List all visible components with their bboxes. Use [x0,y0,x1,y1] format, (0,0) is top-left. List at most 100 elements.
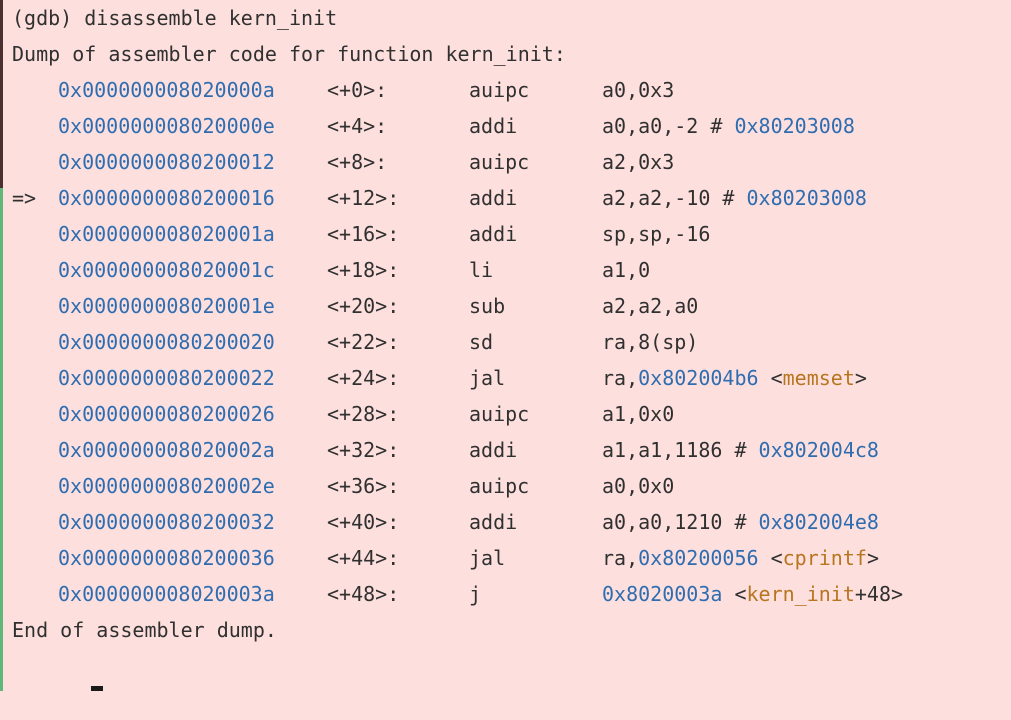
instruction-offset: <+36>: [327,474,400,498]
operand-text: a1,a1,1186 # [602,438,759,462]
instruction-operands: ra,8(sp) [602,324,698,360]
instruction-operands: a0,a0,-2 # 0x80203008 [602,108,855,144]
asm-row: 0x0000000080200032 <+40>: addi a0,a0,1210 #… [12,504,1011,540]
symbol-close: > [854,366,867,390]
instruction-address: 0x0000000080200032 [58,510,275,534]
instruction-mnemonic: sub [469,294,506,318]
instruction-address: 0x0000000080200012 [58,150,275,174]
instruction-operands: a1,0 [602,252,650,288]
instruction-offset: <+0>: [327,78,388,102]
command-line: (gdb) disassemble kern_init [12,0,1011,36]
instruction-address: 0x0000000080200036 [58,546,275,570]
instruction-operands: a0,0x0 [602,468,674,504]
instruction-mnemonic: jal [469,546,506,570]
instruction-offset: <+18>: [327,258,400,282]
symbol-name: memset [782,366,855,390]
instruction-mnemonic: auipc [469,474,530,498]
instruction-operands: ra,0x80200056 <cprintf> [602,540,879,576]
operand-text: a2,a2,-10 # [602,186,747,210]
operand-address: 0x802004b6 [638,366,759,390]
instruction-offset: <+22>: [327,330,400,354]
instruction-mnemonic: auipc [469,150,530,174]
operand-text: a0,a0,1210 # [602,510,759,534]
instruction-address: 0x000000008020001a [58,222,275,246]
operand-text: a2,a2,a0 [602,294,699,318]
instruction-operands: a2,0x3 [602,144,674,180]
instruction-offset: <+48>: [327,582,400,606]
instruction-offset: <+8>: [327,150,388,174]
operand-address: 0x80203008 [734,114,855,138]
instruction-mnemonic: addi [469,222,518,246]
dump-footer-line: End of assembler dump. [12,612,1011,648]
instruction-mnemonic: addi [469,186,518,210]
instruction-mnemonic: sd [469,330,494,354]
operand-address: 0x80200056 [638,546,759,570]
asm-row: 0x000000008020001e <+20>: sub a2,a2,a0 [12,288,1011,324]
instruction-offset: <+28>: [327,402,400,426]
instruction-mnemonic: auipc [469,78,530,102]
dump-footer: End of assembler dump. [12,618,277,642]
instruction-mnemonic: addi [469,510,518,534]
instruction-offset: <+16>: [327,222,400,246]
asm-row: 0x000000008020001c <+18>: li a1,0 [12,252,1011,288]
terminal-left-edge-green [0,188,3,691]
operand-address: 0x802004e8 [758,510,879,534]
instruction-offset: <+20>: [327,294,400,318]
instruction-address: 0x000000008020001c [58,258,275,282]
symbol-open: < [758,546,783,570]
instruction-mnemonic: auipc [469,402,530,426]
operand-text: a0,a0,-2 # [602,114,735,138]
instruction-operands: ra,0x802004b6 <memset> [602,360,867,396]
instruction-operands: a2,a2,a0 [602,288,698,324]
operand-text: a0,0x0 [602,474,675,498]
asm-row: 0x000000008020000e <+4>: addi a0,a0,-2 # 0x… [12,108,1011,144]
instruction-offset: <+40>: [327,510,400,534]
instruction-operands: a0,0x3 [602,72,674,108]
terminal-output: (gdb) disassemble kern_init Dump of asse… [12,0,1011,648]
terminal-left-edge-dark [0,0,3,188]
instruction-address: 0x000000008020003a [58,582,275,606]
asm-row: 0x000000008020002a <+32>: addi a1,a1,1186 #… [12,432,1011,468]
instruction-operands: a1,0x0 [602,396,674,432]
dump-header: Dump of assembler code for function kern… [12,42,566,66]
instruction-offset: <+32>: [327,438,400,462]
asm-row: 0x000000008020003a <+48>: j 0x8020003a <ker… [12,576,1011,612]
symbol-name: kern_init [746,582,855,606]
asm-row: 0x000000008020002e <+36>: auipc a0,0x0 [12,468,1011,504]
instruction-mnemonic: addi [469,114,518,138]
current-instruction-marker: => [12,186,37,210]
symbol-close: +48> [854,582,904,606]
instruction-address: 0x000000008020000e [58,114,275,138]
text-cursor [91,686,103,691]
disassembly-rows: 0x000000008020000a <+0>: auipc a0,0x3 0x0000… [12,72,1011,612]
instruction-mnemonic: j [469,582,482,606]
instruction-address: 0x000000008020000a [58,78,275,102]
operand-text: a1,0x0 [602,402,675,426]
instruction-offset: <+24>: [327,366,400,390]
asm-row: 0x0000000080200022 <+24>: jal ra,0x802004b6… [12,360,1011,396]
operand-text: a2,0x3 [602,150,675,174]
instruction-address: 0x0000000080200022 [58,366,275,390]
instruction-offset: <+4>: [327,114,388,138]
operand-text: ra, [602,366,639,390]
instruction-offset: <+12>: [327,186,400,210]
instruction-address: 0x000000008020002e [58,474,275,498]
instruction-operands: 0x8020003a <kern_init+48> [602,576,903,612]
instruction-operands: a0,a0,1210 # 0x802004e8 [602,504,879,540]
instruction-address: 0x000000008020002a [58,438,275,462]
instruction-mnemonic: jal [469,366,506,390]
instruction-offset: <+44>: [327,546,400,570]
instruction-operands: a1,a1,1186 # 0x802004c8 [602,432,879,468]
gdb-terminal[interactable]: (gdb) disassemble kern_init Dump of asse… [0,0,1011,691]
asm-row: 0x000000008020000a <+0>: auipc a0,0x3 [12,72,1011,108]
operand-address: 0x802004c8 [758,438,879,462]
instruction-operands: a2,a2,-10 # 0x80203008 [602,180,867,216]
asm-row: 0x0000000080200026 <+28>: auipc a1,0x0 [12,396,1011,432]
instruction-address: 0x0000000080200020 [58,330,275,354]
operand-text: a1,0 [602,258,651,282]
instruction-address: 0x000000008020001e [58,294,275,318]
instruction-mnemonic: li [469,258,494,282]
operand-text: sp,sp,-16 [602,222,711,246]
instruction-address: 0x0000000080200026 [58,402,275,426]
operand-text: ra,8(sp) [602,330,699,354]
